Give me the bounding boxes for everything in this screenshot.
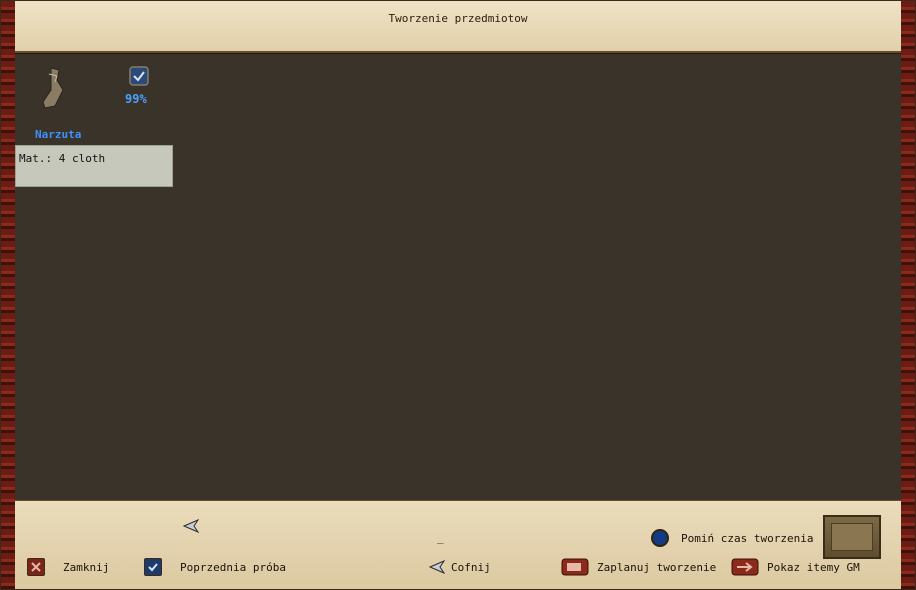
- title-bar: Tworzenie przedmiotow: [15, 1, 901, 53]
- checkmark-icon: [144, 558, 162, 576]
- scroll-icon: [561, 558, 589, 576]
- skip-time-toggle[interactable]: Pomiń czas tworzenia: [651, 529, 813, 547]
- radio-icon: [651, 529, 669, 547]
- page-back-button[interactable]: [183, 519, 199, 533]
- arrow-right-icon: [731, 558, 759, 576]
- footer-bar: _ Pomiń czas tworzenia Zamknij Poprzedni…: [15, 501, 901, 589]
- arrow-left-icon: [183, 519, 199, 533]
- success-chance: 99%: [125, 92, 147, 106]
- materials-text: Mat.: 4 cloth: [19, 152, 106, 165]
- underscore-text: _: [437, 531, 444, 544]
- previous-attempt-label: Poprzednia próba: [180, 560, 286, 574]
- previous-attempt-button[interactable]: Poprzednia próba: [144, 558, 286, 576]
- close-button[interactable]: Zamknij: [27, 558, 109, 576]
- preview-frame: [831, 523, 873, 551]
- skip-time-label: Pomiń czas tworzenia: [681, 531, 814, 545]
- close-icon: [27, 558, 45, 576]
- close-label: Zamknij: [63, 560, 110, 574]
- show-gm-label: Pokaz itemy GM: [767, 560, 860, 574]
- materials-box: Mat.: 4 cloth: [15, 145, 173, 187]
- right-border: [901, 1, 915, 589]
- schedule-crafting-button[interactable]: Zaplanuj tworzenie: [561, 557, 716, 577]
- back-label: Cofnij: [451, 560, 491, 574]
- back-button[interactable]: Cofnij: [429, 560, 491, 574]
- left-border: [1, 1, 15, 589]
- window-title: Tworzenie przedmiotow: [388, 12, 528, 25]
- crafting-list-panel: 99% Narzuta Mat.: 4 cloth: [15, 53, 901, 502]
- crafting-window: Tworzenie przedmiotow 99% Narzuta Mat.: …: [0, 0, 916, 590]
- item-name[interactable]: Narzuta: [35, 128, 81, 141]
- item-preview: [823, 515, 881, 559]
- schedule-label: Zaplanuj tworzenie: [597, 560, 717, 574]
- checkmark-icon[interactable]: [129, 66, 149, 86]
- cloak-icon[interactable]: [37, 66, 77, 110]
- arrow-left-icon: [429, 560, 445, 574]
- show-gm-items-button[interactable]: Pokaz itemy GM: [731, 557, 860, 577]
